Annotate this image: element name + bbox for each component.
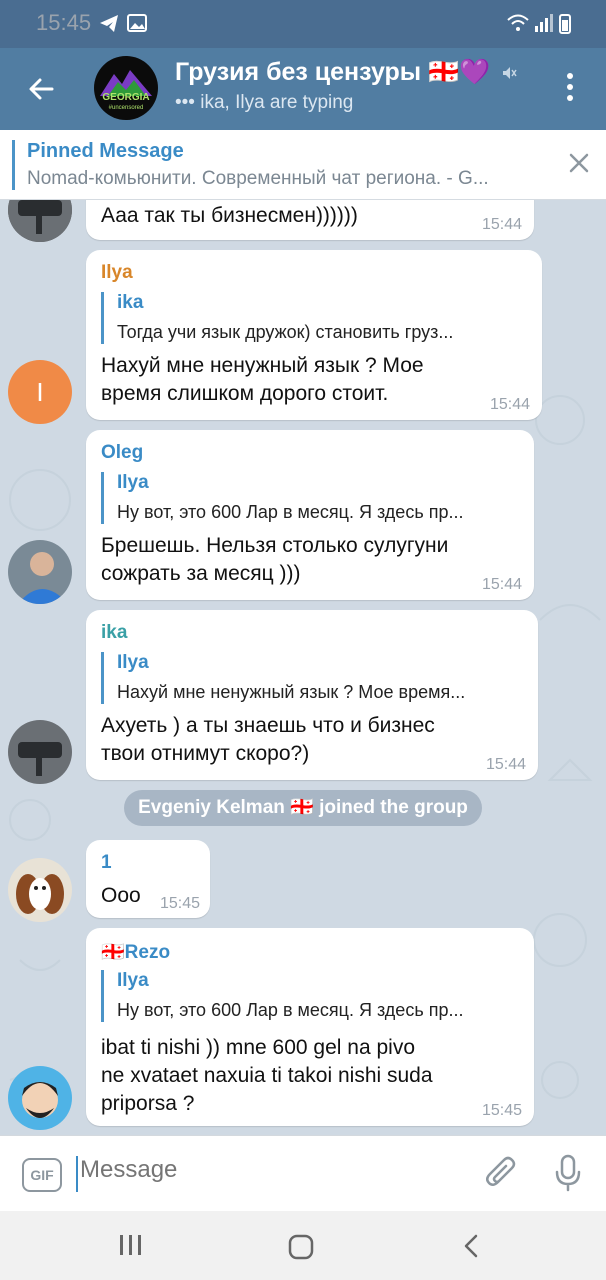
message-text: Ааа так ты бизнесмен)))))) <box>101 204 358 227</box>
message-time: 15:44 <box>481 576 522 593</box>
message-text-line-1: Нахуй мне ненужный язык ? Мое <box>101 354 424 377</box>
avatar-rezo[interactable] <box>8 1066 72 1130</box>
message-text-line-1: Ахуеть ) а ты знаешь что и бизнес <box>101 714 435 737</box>
message-time: 15:44 <box>485 756 526 773</box>
reply-text: Ну вот, это 600 Лар в месяц. Я здесь пр.… <box>117 502 464 522</box>
message-bubble[interactable]: Ааа так ты бизнесмен)))))) 15:44 <box>86 200 534 240</box>
back-arrow-icon[interactable] <box>24 72 58 106</box>
message-time: 15:45 <box>159 895 200 912</box>
reply-text: Ну вот, это 600 Лар в месяц. Я здесь пр.… <box>117 1000 464 1020</box>
sender-name[interactable]: Ilya <box>101 262 133 284</box>
nav-back-icon[interactable] <box>460 1233 482 1259</box>
avatar-letter: I <box>36 377 44 407</box>
typing-status: ••• ika, Ilya are typing <box>175 92 354 113</box>
reply-quote[interactable]: Ilya Ну вот, это 600 Лар в месяц. Я здес… <box>101 472 519 524</box>
pinned-title: Pinned Message <box>27 140 184 162</box>
battery-icon <box>559 14 571 34</box>
status-bar: 15:45 <box>0 0 606 48</box>
message-bubble[interactable]: Ilya ika Тогда учи язык дружок) становит… <box>86 250 542 420</box>
message-text-line-2: сожрать за месяц ))) <box>101 562 301 585</box>
message-text: Ооо <box>101 884 141 907</box>
group-avatar[interactable]: GEORGIA #uncensored <box>94 56 158 120</box>
recents-icon[interactable] <box>118 1233 144 1257</box>
message-text-line-3: priporsa ? <box>101 1092 195 1115</box>
gif-button[interactable]: GIF <box>22 1158 62 1192</box>
sender-name[interactable]: 🇬🇪Rezo <box>101 940 170 964</box>
close-icon[interactable] <box>568 152 590 174</box>
message-time: 15:44 <box>489 396 530 413</box>
reply-quote[interactable]: Ilya Ну вот, это 600 Лар в месяц. Я здес… <box>101 970 519 1022</box>
pinned-text: Nomad-комьюнити. Современный чат региона… <box>27 168 489 189</box>
reply-sender: Ilya <box>117 970 149 991</box>
reply-quote[interactable]: Ilya Нахуй мне ненужный язык ? Мое время… <box>101 652 523 704</box>
message-bubble[interactable]: Oleg Ilya Ну вот, это 600 Лар в месяц. Я… <box>86 430 534 600</box>
attach-icon[interactable] <box>486 1156 518 1192</box>
chat-header: GEORGIA #uncensored Грузия без цензуры 🇬… <box>0 48 606 130</box>
signal-icon <box>535 14 553 32</box>
message-text-line-2: твои отнимут скоро?) <box>101 742 310 765</box>
svg-text:#uncensored: #uncensored <box>109 105 144 111</box>
message-text-line-2: ne xvataet naxuia ti takoi nishi suda <box>101 1064 433 1087</box>
status-left-icons <box>98 12 150 41</box>
message-bubble[interactable]: 🇬🇪Rezo Ilya Ну вот, это 600 Лар в месяц.… <box>86 928 534 1126</box>
reply-quote[interactable]: ika Тогда учи язык дружок) становить гру… <box>101 292 527 344</box>
message-input[interactable] <box>80 1156 460 1184</box>
sender-name[interactable]: Oleg <box>101 442 143 464</box>
status-time: 15:45 <box>36 10 92 35</box>
service-message: Evgeniy Kelman 🇬🇪 joined the group <box>124 790 482 826</box>
avatar-1[interactable] <box>8 858 72 922</box>
avatar-ilya[interactable]: I <box>8 360 72 424</box>
reply-text: Тогда учи язык дружок) становить груз... <box>117 322 454 342</box>
status-right-icons <box>506 12 572 41</box>
mute-icon <box>503 67 517 79</box>
chat-title[interactable]: Грузия без цензуры 🇬🇪💜 <box>175 58 490 87</box>
text-cursor <box>76 1156 78 1192</box>
pinned-accent-bar <box>12 140 15 190</box>
avatar-oleg[interactable] <box>8 540 72 604</box>
pinned-message-bar[interactable]: Pinned Message Nomad-комьюнити. Современ… <box>0 130 606 200</box>
message-composer: GIF <box>0 1135 606 1212</box>
gallery-icon <box>127 14 147 32</box>
home-icon[interactable] <box>287 1233 315 1261</box>
mic-icon[interactable] <box>554 1154 582 1192</box>
avatar-ika[interactable] <box>8 720 72 784</box>
reply-sender: ika <box>117 292 144 313</box>
android-navigation-bar <box>0 1211 606 1280</box>
svg-text:GEORGIA: GEORGIA <box>102 92 149 103</box>
more-vert-icon[interactable] <box>560 70 580 104</box>
message-text-line-2: время слишком дорого стоит. <box>101 382 389 405</box>
wifi-icon <box>507 14 529 31</box>
sender-name[interactable]: ika <box>101 622 127 644</box>
message-text-line-1: ibat ti nishi )) mne 600 gel na pivo <box>101 1036 416 1059</box>
message-bubble[interactable]: ika Ilya Нахуй мне ненужный язык ? Мое в… <box>86 610 538 780</box>
sender-name[interactable]: 1 <box>101 852 112 874</box>
reply-sender: Ilya <box>117 472 149 493</box>
reply-text: Нахуй мне ненужный язык ? Мое время... <box>117 682 466 702</box>
telegram-icon <box>100 15 118 32</box>
message-text-line-1: Брешешь. Нельзя столько сулугуни <box>101 534 449 557</box>
message-time: 15:44 <box>481 216 522 233</box>
message-time: 15:45 <box>481 1102 522 1119</box>
message-list[interactable]: Ааа так ты бизнесмен)))))) 15:44 Ilya ik… <box>0 200 606 1135</box>
message-bubble[interactable]: 1 Ооо 15:45 <box>86 840 210 918</box>
reply-sender: Ilya <box>117 652 149 673</box>
